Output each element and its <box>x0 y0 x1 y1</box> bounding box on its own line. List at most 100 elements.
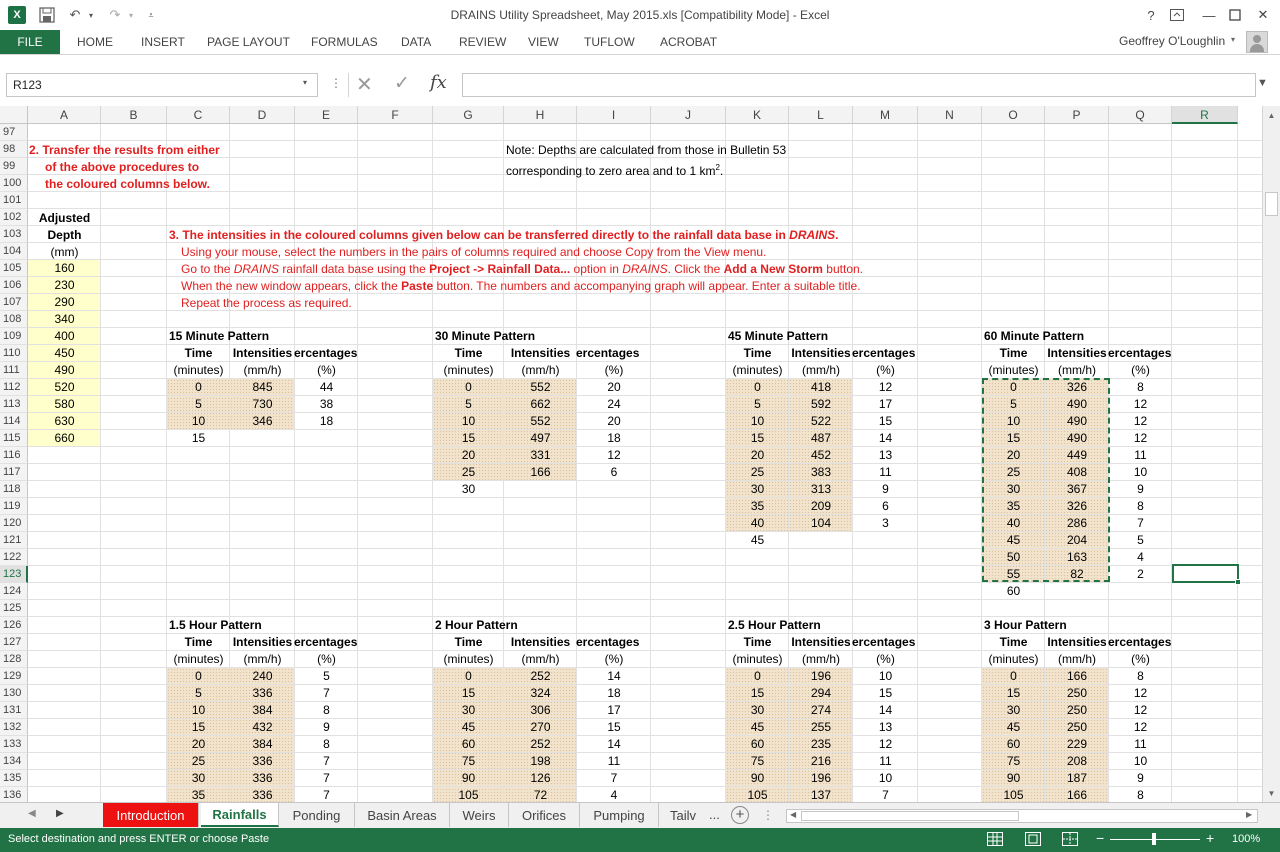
close-icon[interactable]: ✕ <box>1252 6 1274 24</box>
row-header-136[interactable]: 136 <box>0 787 28 802</box>
row-header-119[interactable]: 119 <box>0 498 28 515</box>
column-header-j[interactable]: J <box>651 106 726 124</box>
row-header-113[interactable]: 113 <box>0 396 28 413</box>
row-header-133[interactable]: 133 <box>0 736 28 753</box>
row-header-114[interactable]: 114 <box>0 413 28 430</box>
column-header-l[interactable]: L <box>789 106 853 124</box>
ribbon-display-options-icon[interactable] <box>1166 6 1188 24</box>
row-header-127[interactable]: 127 <box>0 634 28 651</box>
restore-icon[interactable] <box>1224 6 1246 24</box>
tab-page-layout[interactable]: PAGE LAYOUT <box>207 30 290 54</box>
column-header-a[interactable]: A <box>28 106 101 124</box>
row-header-98[interactable]: 98 <box>0 141 28 158</box>
row-header-112[interactable]: 112 <box>0 379 28 396</box>
horizontal-scroll-thumb[interactable] <box>801 811 1019 821</box>
zoom-out-icon[interactable]: − <box>1096 830 1104 846</box>
column-header-g[interactable]: G <box>433 106 504 124</box>
select-all-corner[interactable] <box>0 106 28 124</box>
sheet-tab-weirs[interactable]: Weirs <box>450 803 509 827</box>
sheet-tab-orifices[interactable]: Orifices <box>509 803 580 827</box>
row-header-134[interactable]: 134 <box>0 753 28 770</box>
tab-view[interactable]: VIEW <box>528 30 559 54</box>
vertical-scroll-thumb[interactable] <box>1265 192 1278 216</box>
column-header-f[interactable]: F <box>358 106 433 124</box>
row-header-104[interactable]: 104 <box>0 243 28 260</box>
fill-handle[interactable] <box>1235 579 1241 585</box>
sheet-tab-rainfalls[interactable]: Rainfalls <box>201 803 279 827</box>
row-header-135[interactable]: 135 <box>0 770 28 787</box>
enter-icon[interactable]: ✓ <box>394 72 410 95</box>
zoom-in-icon[interactable]: + <box>1206 830 1214 846</box>
column-header-i[interactable]: I <box>577 106 651 124</box>
scroll-left-icon[interactable]: ◀ <box>790 810 796 819</box>
user-name[interactable]: Geoffrey O'Loughlin <box>1119 34 1225 48</box>
row-header-101[interactable]: 101 <box>0 192 28 209</box>
column-header-r[interactable]: R <box>1172 106 1238 124</box>
tab-tuflow[interactable]: TUFLOW <box>584 30 635 54</box>
row-header-123[interactable]: 123 <box>0 566 28 583</box>
name-box[interactable]: R123 <box>6 73 318 97</box>
column-header-n[interactable]: N <box>918 106 982 124</box>
row-header-109[interactable]: 109 <box>0 328 28 345</box>
tab-scroll-right-icon[interactable]: ▶ <box>56 808 64 819</box>
scroll-right-icon[interactable]: ▶ <box>1246 810 1252 819</box>
file-tab[interactable]: FILE <box>0 30 60 54</box>
avatar[interactable] <box>1246 31 1268 53</box>
row-header-121[interactable]: 121 <box>0 532 28 549</box>
worksheet-grid[interactable]: 160 230 290 340 400 450 490 520 580 630 660 15 Minu… <box>0 106 1262 802</box>
zoom-level[interactable]: 100% <box>1232 833 1260 845</box>
row-header-124[interactable]: 124 <box>0 583 28 600</box>
row-header-120[interactable]: 120 <box>0 515 28 532</box>
sheet-tab-tailwater[interactable]: Tailv <box>659 803 707 827</box>
page-layout-view-icon[interactable] <box>1025 832 1041 846</box>
row-header-116[interactable]: 116 <box>0 447 28 464</box>
row-header-99[interactable]: 99 <box>0 158 28 175</box>
scroll-down-icon[interactable]: ▼ <box>1263 784 1280 802</box>
row-header-102[interactable]: 102 <box>0 209 28 226</box>
column-header-b[interactable]: B <box>101 106 167 124</box>
horizontal-scrollbar[interactable]: ◀ ▶ <box>786 809 1258 823</box>
tab-insert[interactable]: INSERT <box>141 30 185 54</box>
row-header-131[interactable]: 131 <box>0 702 28 719</box>
user-dropdown-icon[interactable]: ▾ <box>1231 35 1235 44</box>
row-header-130[interactable]: 130 <box>0 685 28 702</box>
insert-function-icon[interactable]: fx <box>430 72 447 93</box>
formula-bar-grip-icon[interactable]: ⋮ <box>330 76 342 90</box>
column-header-d[interactable]: D <box>230 106 295 124</box>
row-header-107[interactable]: 107 <box>0 294 28 311</box>
column-header-k[interactable]: K <box>726 106 789 124</box>
column-header-o[interactable]: O <box>982 106 1045 124</box>
formula-input[interactable] <box>462 73 1256 97</box>
column-header-e[interactable]: E <box>295 106 358 124</box>
expand-formula-bar-icon[interactable]: ▼ <box>1257 77 1268 89</box>
row-header-106[interactable]: 106 <box>0 277 28 294</box>
row-header-100[interactable]: 100 <box>0 175 28 192</box>
scroll-up-icon[interactable]: ▲ <box>1263 106 1280 124</box>
tab-acrobat[interactable]: ACROBAT <box>660 30 717 54</box>
row-header-125[interactable]: 125 <box>0 600 28 617</box>
column-header-m[interactable]: M <box>853 106 918 124</box>
minimize-icon[interactable]: — <box>1198 6 1220 24</box>
help-icon[interactable]: ? <box>1140 6 1162 24</box>
add-sheet-icon[interactable]: + <box>731 806 749 824</box>
row-header-115[interactable]: 115 <box>0 430 28 447</box>
more-sheets-button[interactable]: ... <box>709 807 720 822</box>
row-header-108[interactable]: 108 <box>0 311 28 328</box>
tab-data[interactable]: DATA <box>401 30 431 54</box>
sheet-tab-basin-areas[interactable]: Basin Areas <box>355 803 450 827</box>
row-header-132[interactable]: 132 <box>0 719 28 736</box>
row-header-129[interactable]: 129 <box>0 668 28 685</box>
row-header-122[interactable]: 122 <box>0 549 28 566</box>
tab-home[interactable]: HOME <box>77 30 113 54</box>
tab-review[interactable]: REVIEW <box>459 30 506 54</box>
row-header-97[interactable]: 97 <box>0 124 28 141</box>
column-header-q[interactable]: Q <box>1109 106 1172 124</box>
cancel-icon[interactable]: ✕ <box>356 72 373 97</box>
vertical-scrollbar[interactable]: ▲ ▼ <box>1262 106 1280 802</box>
column-header-c[interactable]: C <box>167 106 230 124</box>
page-break-view-icon[interactable] <box>1062 832 1078 846</box>
name-box-dropdown-icon[interactable]: ▾ <box>303 78 307 87</box>
tab-split-handle-icon[interactable]: ⋮ <box>762 808 774 822</box>
row-header-105[interactable]: 105 <box>0 260 28 277</box>
row-header-103[interactable]: 103 <box>0 226 28 243</box>
